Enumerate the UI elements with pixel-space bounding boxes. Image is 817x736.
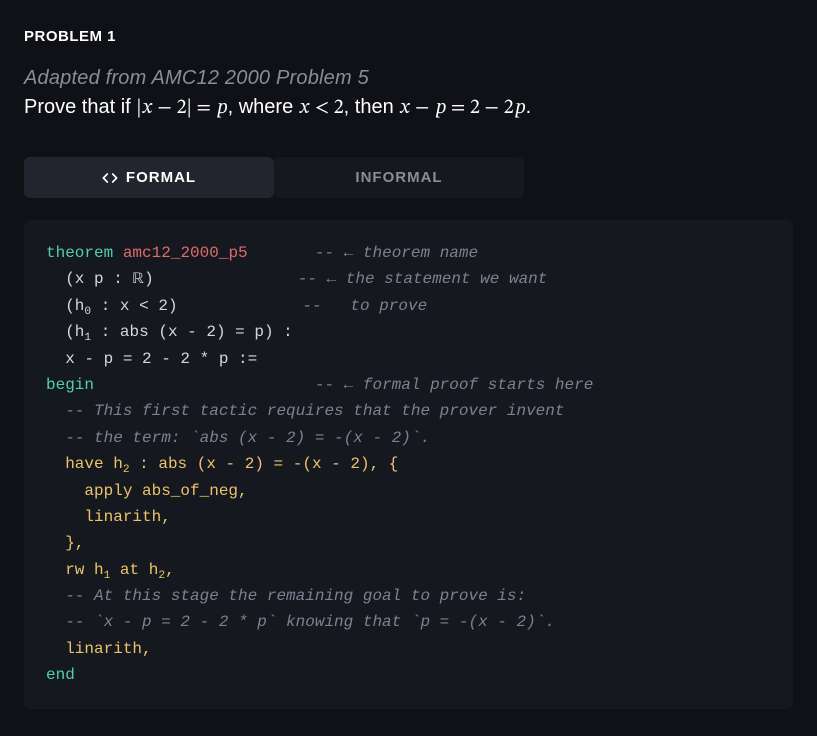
- prompt-math: 𝑥 − 𝑝 = 2 − 2𝑝: [399, 98, 525, 118]
- code-block: theorem amc12_2000_p5 -- ← theorem name …: [24, 220, 793, 709]
- code-text: ): [144, 270, 154, 288]
- code-text: (h: [46, 323, 84, 341]
- code-keyword: begin: [46, 376, 94, 394]
- code-highlight: rw h1 at h2,: [46, 561, 175, 579]
- code-highlight: have h2 : abs (x - 2) = -(x - 2), {: [46, 455, 398, 473]
- code-comment: -- ← the statement we want: [298, 270, 548, 288]
- code-comment: -- At this stage the remaining goal to p…: [46, 587, 526, 605]
- problem-prompt: Prove that if |𝑥 − 2| = 𝑝, where 𝑥 < 2, …: [24, 96, 793, 121]
- code-comment: -- ← theorem name: [315, 244, 478, 262]
- prompt-math: |𝑥 − 2| = 𝑝: [136, 98, 227, 118]
- theorem-name: amc12_2000_p5: [123, 244, 248, 262]
- code-text: : abs (x - 2) = p) :: [91, 323, 293, 341]
- code-highlight: linarith,: [46, 508, 171, 526]
- tab-label: FORMAL: [126, 169, 196, 186]
- code-comment: -- ← formal proof starts here: [315, 376, 593, 394]
- code-keyword: end: [46, 666, 75, 684]
- prompt-math: 𝑥 < 2: [299, 98, 344, 118]
- code-highlight: linarith,: [46, 640, 152, 658]
- problem-heading: PROBLEM 1: [24, 28, 793, 45]
- code-comment: -- `x - p = 2 - 2 * p` knowing that `p =…: [46, 613, 555, 631]
- code-comment: -- This first tactic requires that the p…: [46, 402, 564, 420]
- prompt-text: .: [526, 96, 532, 118]
- code-keyword: theorem: [46, 244, 113, 262]
- code-comment: -- to prove: [302, 297, 427, 315]
- code-highlight: apply abs_of_neg,: [46, 482, 248, 500]
- prompt-text: Prove that if: [24, 96, 136, 118]
- tab-bar: FORMAL INFORMAL: [24, 157, 793, 198]
- code-highlight: },: [46, 534, 84, 552]
- code-comment: -- the term: `abs (x - 2) = -(x - 2)`.: [46, 429, 430, 447]
- code-icon: [102, 170, 118, 186]
- code-text: : x < 2): [91, 297, 177, 315]
- prompt-text: , then: [344, 96, 400, 118]
- code-text: (x p :: [46, 270, 132, 288]
- code-text: x - p = 2 - 2 * p :=: [46, 350, 257, 368]
- code-text: (h: [46, 297, 84, 315]
- tab-label: INFORMAL: [355, 169, 442, 186]
- prompt-text: , where: [228, 96, 299, 118]
- code-symbol: ℝ: [132, 271, 144, 287]
- problem-subtitle: Adapted from AMC12 2000 Problem 5: [24, 67, 793, 90]
- tab-formal[interactable]: FORMAL: [24, 157, 274, 198]
- tab-informal[interactable]: INFORMAL: [274, 157, 524, 198]
